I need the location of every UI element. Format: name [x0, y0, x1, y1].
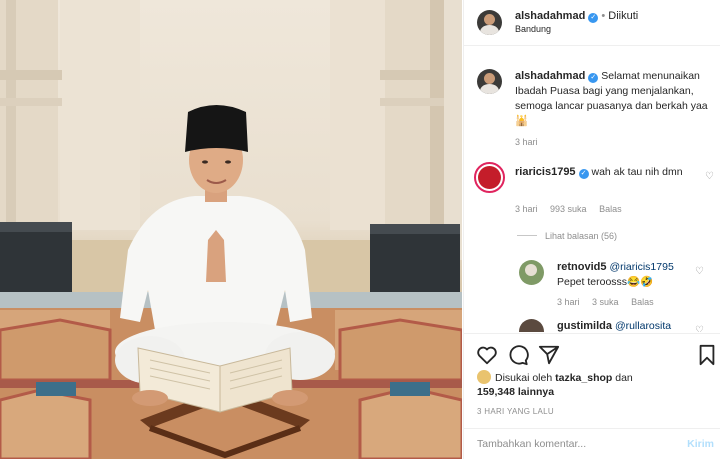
caption-username[interactable]: alshadahmad — [515, 70, 585, 82]
reply-username[interactable]: gustimilda — [557, 320, 612, 332]
likes-count[interactable]: 159,348 — [477, 386, 515, 398]
mosque-emoji-icon: 🕌 — [515, 115, 529, 127]
author-avatar[interactable] — [477, 10, 502, 35]
likes-prefix: Disukai oleh — [495, 372, 553, 384]
commenter-avatar — [478, 166, 501, 189]
likes-summary: Disukai oleh tazka_shop dan 159,348 lain… — [477, 370, 633, 399]
post-actions: Disukai oleh tazka_shop dan 159,348 lain… — [464, 333, 720, 459]
heart-icon[interactable] — [476, 344, 498, 366]
reply-time: 3 hari — [557, 297, 580, 307]
post-sidebar: alshadahmad ✓ • Diikuti Bandung alshadahm… — [463, 0, 720, 459]
likes-user[interactable]: tazka_shop — [555, 372, 612, 384]
replies-divider — [517, 235, 537, 236]
post-location[interactable]: Bandung — [515, 24, 551, 34]
bookmark-icon[interactable] — [696, 344, 718, 366]
reply-like-heart-icon[interactable]: ♡ — [695, 266, 704, 277]
author-avatar-caption[interactable] — [477, 69, 502, 94]
comments-list[interactable]: alshadahmad ✓ Selamat menunaikan Ibadah P… — [464, 47, 720, 332]
liker-avatar[interactable] — [477, 370, 491, 384]
verified-icon: ✓ — [588, 13, 599, 23]
comment-reply-button[interactable]: Balas — [599, 204, 622, 214]
author-line: alshadahmad ✓ • Diikuti — [515, 10, 638, 23]
reply-likes[interactable]: 3 suka — [592, 297, 619, 307]
caption-time: 3 hari — [515, 137, 538, 147]
commenter-avatar-ring[interactable] — [474, 162, 505, 193]
comment-like-heart-icon[interactable]: ♡ — [705, 171, 714, 182]
photo-illustration — [0, 0, 462, 459]
reply-mention[interactable]: @riaricis1795 — [609, 261, 673, 273]
reply-meta: 3 hari 3 suka Balas — [557, 297, 664, 307]
follow-status[interactable]: Diikuti — [608, 10, 638, 22]
post-comment-button[interactable]: Kirim — [687, 438, 714, 450]
comment-text: riaricis1795 ✓ wah ak tau nih dmn — [515, 165, 685, 180]
post-header: alshadahmad ✓ • Diikuti Bandung — [464, 0, 720, 46]
comment-icon[interactable] — [507, 344, 529, 366]
view-replies-link[interactable]: Lihat balasan (56) — [517, 231, 627, 241]
post-timestamp[interactable]: 3 HARI YANG LALU — [477, 407, 554, 416]
view-replies-label: Lihat balasan (56) — [545, 231, 618, 241]
caption-text: alshadahmad ✓ Selamat menunaikan Ibadah P… — [515, 69, 715, 129]
reply-text: retnovid5 @riaricis1795 Pepet teroosss😂🤣 — [557, 260, 697, 290]
reply-text: gustimilda @rullarosita — [557, 319, 707, 332]
laughing-emoji-icon: 😂🤣 — [627, 276, 654, 288]
reply-avatar[interactable] — [519, 260, 544, 285]
comment-username[interactable]: riaricis1795 — [515, 166, 576, 178]
reply-avatar[interactable] — [519, 319, 544, 332]
reply-reply-button[interactable]: Balas — [631, 297, 654, 307]
reply-username[interactable]: retnovid5 — [557, 261, 607, 273]
share-icon[interactable] — [538, 344, 560, 366]
author-username[interactable]: alshadahmad — [515, 10, 585, 22]
add-comment-bar: Kirim — [464, 428, 720, 459]
comment-body: wah ak tau nih dmn — [591, 166, 683, 178]
reply-like-heart-icon[interactable]: ♡ — [695, 325, 704, 332]
comment-likes[interactable]: 993 suka — [550, 204, 587, 214]
likes-connector: dan — [615, 372, 633, 384]
verified-icon: ✓ — [588, 73, 599, 83]
post-photo[interactable] — [0, 0, 462, 459]
comment-meta: 3 hari 993 suka Balas — [515, 204, 632, 214]
likes-suffix[interactable]: lainnya — [518, 386, 554, 398]
add-comment-input[interactable] — [477, 438, 657, 450]
comment-time: 3 hari — [515, 204, 538, 214]
reply-mention[interactable]: @rullarosita — [615, 320, 671, 332]
verified-icon: ✓ — [578, 169, 589, 179]
reply-body: Pepet teroosss — [557, 276, 628, 288]
